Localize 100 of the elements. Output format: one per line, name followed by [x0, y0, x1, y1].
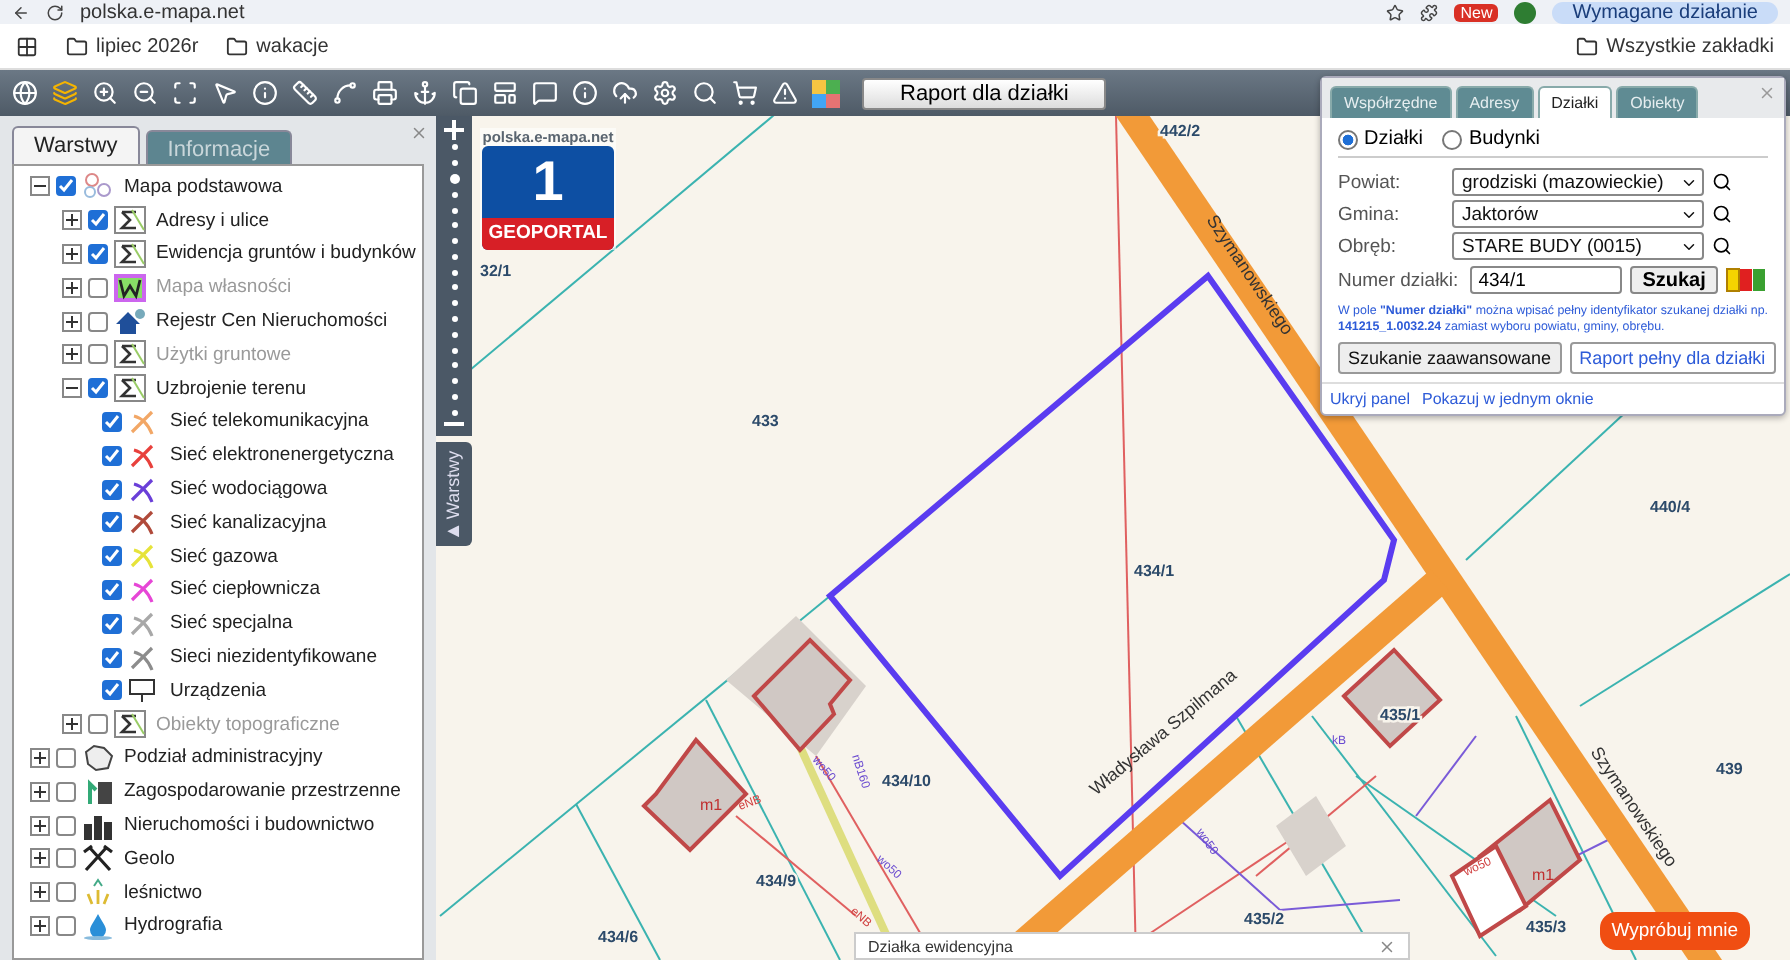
address-bar[interactable]: polska.e-mapa.net	[80, 1, 1371, 23]
input-field[interactable]: 434/1	[1470, 266, 1623, 294]
bookmark[interactable]: lipiec 2026r	[96, 35, 199, 57]
tab[interactable]: Działki	[1537, 86, 1613, 118]
layer-name[interactable]: Ewidencja gruntów i budynków	[156, 242, 416, 265]
dropdown[interactable]: Jaktorów	[1452, 200, 1704, 228]
layer-name[interactable]: Uzbrojenie terenu	[156, 377, 306, 400]
checkbox[interactable]	[102, 647, 122, 668]
expand-icon[interactable]	[62, 210, 82, 231]
reload-icon[interactable]	[46, 3, 64, 21]
star-icon[interactable]	[1386, 3, 1405, 21]
expand-icon[interactable]	[30, 915, 50, 936]
layer-name[interactable]: Sieć elektronenergetyczna	[170, 444, 394, 467]
checkbox[interactable]	[56, 747, 76, 768]
search-icon[interactable]	[1712, 172, 1732, 192]
info-icon[interactable]	[252, 80, 278, 106]
checkbox[interactable]	[88, 210, 108, 231]
radio-button[interactable]	[1442, 129, 1463, 149]
pointer-icon[interactable]	[212, 80, 238, 106]
radio-option[interactable]: Działki	[1338, 128, 1423, 150]
checkbox[interactable]	[56, 176, 76, 197]
copy-icon[interactable]	[452, 80, 478, 106]
checkbox[interactable]	[102, 579, 122, 600]
zoom-slider[interactable]	[436, 116, 472, 436]
expand-icon[interactable]	[30, 882, 50, 903]
color-grid-icon[interactable]	[812, 79, 840, 107]
action-button[interactable]: Wymagane działanie	[1552, 1, 1778, 23]
checkbox[interactable]	[102, 546, 122, 567]
search-icon[interactable]	[1712, 236, 1732, 256]
layer-name[interactable]: Sieć telekomunikacyjna	[170, 410, 369, 433]
curve-icon[interactable]	[332, 80, 358, 106]
report-button[interactable]: Raport dla działki	[862, 77, 1107, 109]
close-icon[interactable]	[410, 124, 428, 142]
checkbox[interactable]	[102, 680, 122, 701]
checkbox[interactable]	[56, 915, 76, 936]
expand-icon[interactable]	[30, 815, 50, 836]
tab[interactable]: Warstwy	[12, 126, 140, 164]
layers-tab[interactable]: Warstwy	[436, 442, 472, 546]
dropdown[interactable]: grodziski (mazowieckie)	[1452, 168, 1704, 196]
layer-name[interactable]: Nieruchomości i budownictwo	[124, 814, 375, 837]
report-button[interactable]: Raport pełny dla działki	[1569, 342, 1776, 374]
radio-button[interactable]	[1338, 129, 1358, 149]
layer-name[interactable]: Sieć specjalna	[170, 612, 293, 635]
search-icon[interactable]	[1712, 204, 1732, 224]
layer-name[interactable]: Rejestr Cen Nieruchomości	[156, 310, 388, 333]
extension-icon[interactable]	[1420, 3, 1439, 21]
zoom-in-icon[interactable]	[444, 120, 464, 140]
checkbox[interactable]	[88, 378, 108, 399]
checkbox[interactable]	[102, 445, 122, 466]
collapse-icon[interactable]	[30, 176, 50, 197]
settings-icon[interactable]	[652, 80, 678, 106]
warning-icon[interactable]	[772, 80, 798, 106]
dropdown[interactable]: STARE BUDY (0015)	[1452, 232, 1704, 260]
checkbox[interactable]	[102, 479, 122, 500]
back-icon[interactable]	[12, 3, 30, 21]
zoom-out-icon[interactable]	[132, 80, 158, 106]
layer-name[interactable]: Urządzenia	[170, 679, 267, 702]
expand-icon[interactable]	[30, 848, 50, 869]
radio-option[interactable]: Budynki	[1442, 128, 1541, 150]
checkbox[interactable]	[56, 882, 76, 903]
checkbox[interactable]	[56, 815, 76, 836]
zoom-in-icon[interactable]	[92, 80, 118, 106]
help-icon[interactable]	[572, 80, 598, 106]
cart-icon[interactable]	[732, 80, 758, 106]
checkbox[interactable]	[102, 512, 122, 533]
checkbox[interactable]	[88, 311, 108, 332]
zoom-thumb[interactable]	[449, 173, 459, 184]
layer-name[interactable]: Mapa podstawowa	[124, 175, 283, 198]
anchor-icon[interactable]	[412, 80, 438, 106]
bookmark[interactable]: wakacje	[256, 35, 329, 57]
checkbox[interactable]	[56, 848, 76, 869]
layer-name[interactable]: Sieci niezidentyfikowane	[170, 646, 378, 669]
comment-icon[interactable]	[532, 80, 558, 106]
checkbox[interactable]	[102, 411, 122, 432]
search-button[interactable]: Szukaj	[1630, 266, 1718, 294]
layout-icon[interactable]	[492, 80, 518, 106]
bookmark[interactable]: Wszystkie zakładki	[1606, 35, 1774, 57]
close-icon[interactable]	[1378, 937, 1396, 955]
globe-icon[interactable]	[12, 80, 38, 106]
cloud-icon[interactable]	[612, 80, 638, 106]
layer-name[interactable]: Sieć kanalizacyjna	[170, 511, 327, 534]
checkbox[interactable]	[88, 243, 108, 264]
link[interactable]: Ukryj panel	[1330, 390, 1411, 408]
checkbox[interactable]	[56, 781, 76, 802]
print-icon[interactable]	[372, 80, 398, 106]
layer-name[interactable]: Sieć ciepłownicza	[170, 578, 320, 601]
expand-icon[interactable]	[30, 781, 50, 802]
layer-name[interactable]: Sieć wodociągowa	[170, 478, 328, 501]
layer-name[interactable]: Sieć gazowa	[170, 545, 278, 568]
expand-icon[interactable]	[62, 243, 82, 264]
checkbox[interactable]	[102, 613, 122, 634]
layer-name[interactable]: leśnictwo	[124, 881, 203, 904]
full-extent-icon[interactable]	[172, 80, 198, 106]
search-icon[interactable]	[692, 80, 718, 106]
collapse-icon[interactable]	[62, 378, 82, 399]
expand-icon[interactable]	[30, 747, 50, 768]
layers-icon[interactable]	[52, 80, 78, 106]
link[interactable]: Pokazuj w jednym oknie	[1422, 390, 1594, 408]
apps-icon[interactable]	[16, 35, 38, 57]
zoom-out-icon[interactable]	[444, 420, 464, 429]
